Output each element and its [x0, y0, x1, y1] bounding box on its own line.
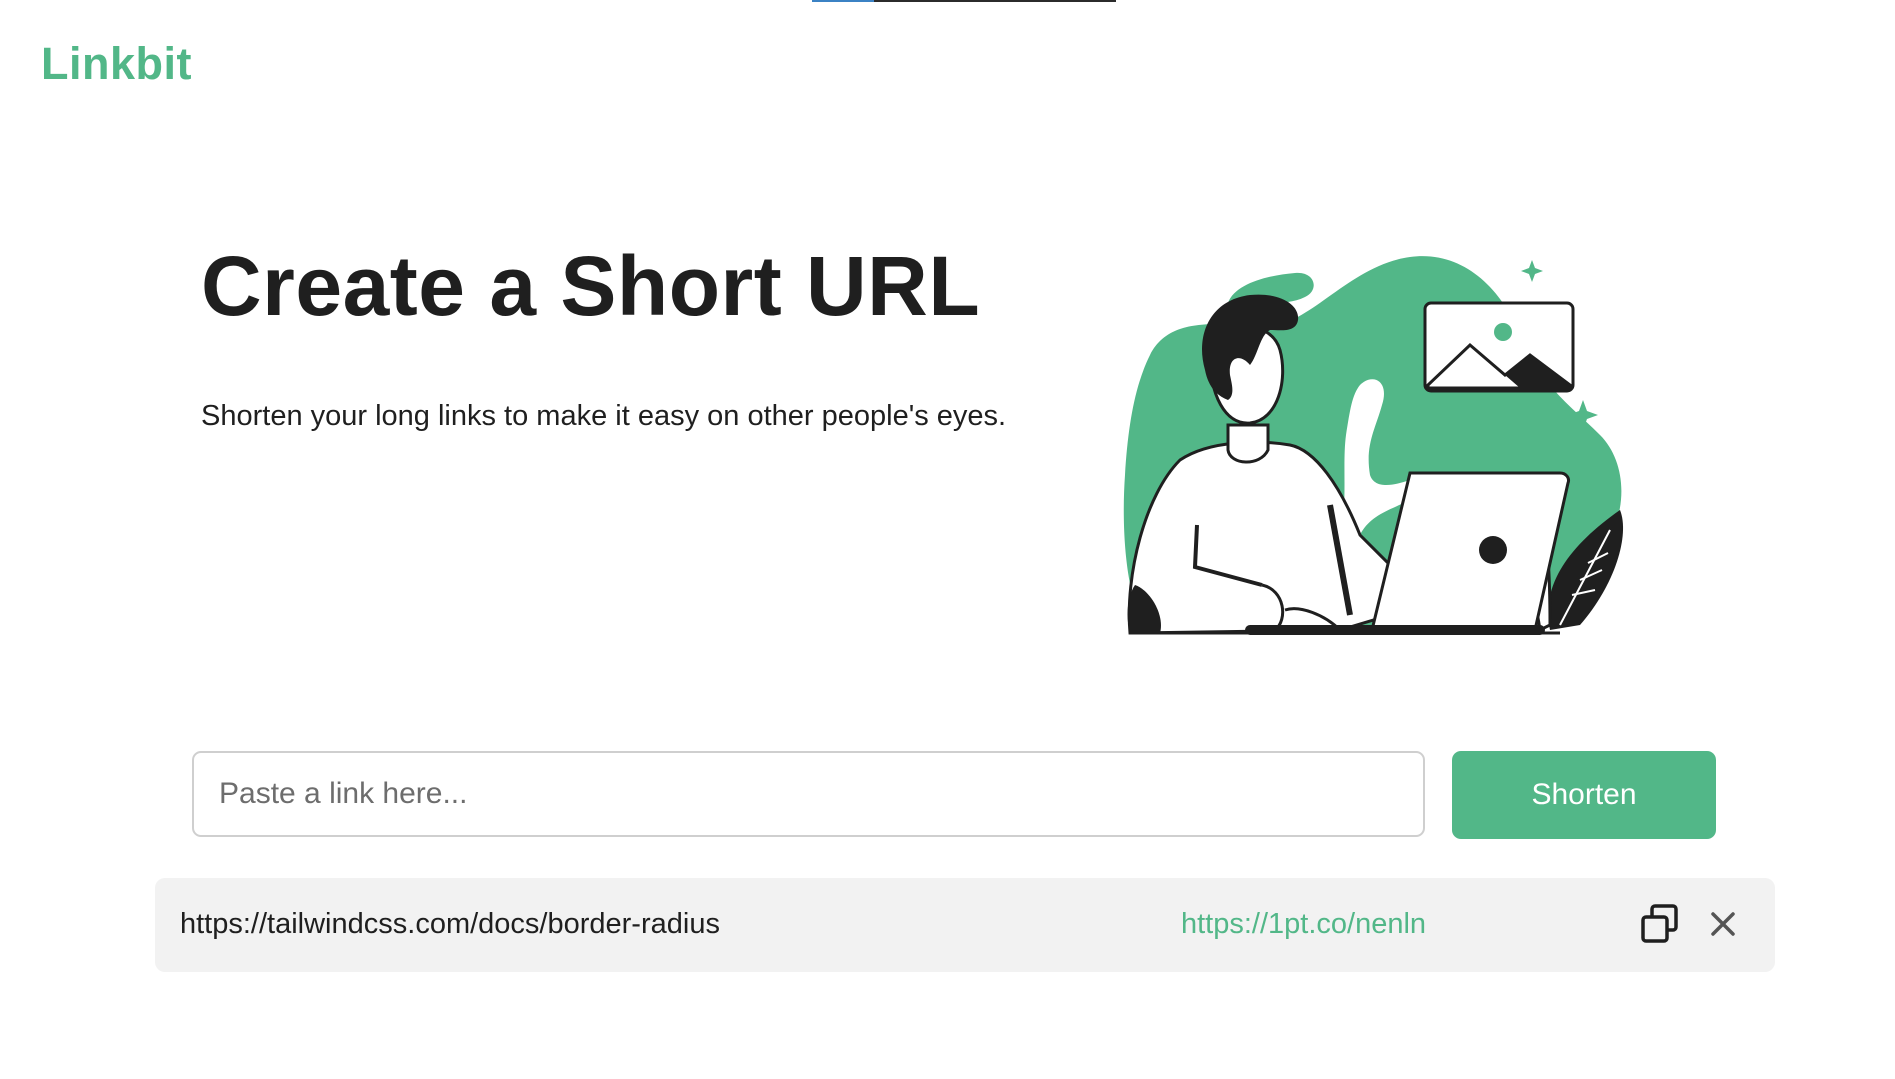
- page: Linkbit Create a Short URL Shorten your …: [0, 0, 1895, 1079]
- person-neck: [1226, 423, 1270, 464]
- short-url-link[interactable]: https://1pt.co/nenln: [1181, 908, 1426, 941]
- picture-frame-icon: [1423, 301, 1575, 393]
- close-icon[interactable]: [1705, 906, 1741, 942]
- top-scroll-indicator: [812, 0, 1116, 2]
- sparkle-top: [1521, 260, 1543, 282]
- result-row: https://tailwindcss.com/docs/border-radi…: [155, 878, 1775, 972]
- copy-icon[interactable]: [1638, 902, 1682, 946]
- page-title: Create a Short URL: [201, 239, 981, 333]
- logo[interactable]: Linkbit: [41, 38, 192, 90]
- shorten-button[interactable]: Shorten: [1452, 751, 1716, 839]
- person-at-laptop-illustration: [1123, 256, 1624, 635]
- original-url: https://tailwindcss.com/docs/border-radi…: [180, 908, 720, 940]
- page-subtitle: Shorten your long links to make it easy …: [201, 400, 1007, 432]
- top-scroll-indicator-accent: [812, 0, 874, 2]
- link-input[interactable]: [192, 751, 1425, 837]
